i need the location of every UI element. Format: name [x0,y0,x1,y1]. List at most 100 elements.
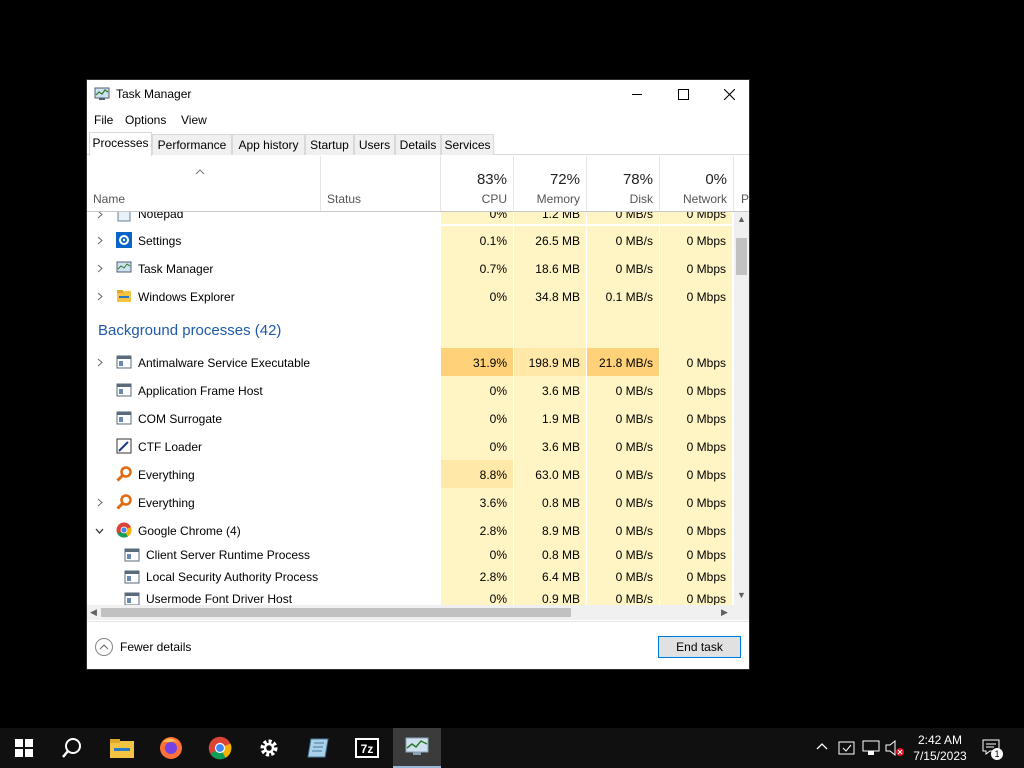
taskbar-firefox[interactable] [147,728,195,768]
cpu-cell: 0% [441,376,514,404]
collapse-up-icon[interactable] [95,638,113,656]
tab-users[interactable]: Users [354,134,395,155]
network-total: 0% [705,171,727,188]
col-name[interactable]: Name [87,156,321,211]
col-disk[interactable]: 78% Disk [587,156,660,211]
scroll-up-icon[interactable]: ▲ [737,214,746,224]
network-cell: 0 Mbps [660,212,733,224]
notification-center-button[interactable]: 1 [982,739,1004,760]
tab-strip: Processes Performance App history Startu… [87,132,749,156]
tab-services[interactable]: Services [441,134,494,155]
network-cell: 0 Mbps [660,460,733,488]
taskbar-notepad[interactable] [294,728,342,768]
table-row[interactable]: Application Frame Host 0% 3.6 MB 0 MB/s … [87,376,734,404]
memory-total: 72% [549,171,580,188]
col-power-partial[interactable]: P [734,156,749,211]
gear-icon [260,739,278,757]
disk-cell: 0 MB/s [587,432,660,460]
child-row[interactable]: Local Security Authority Process 2.8% 6.… [87,566,734,588]
taskbar-task-manager[interactable] [393,728,441,768]
taskbar-settings[interactable] [245,728,293,768]
table-row[interactable]: COM Surrogate 0% 1.9 MB 0 MB/s 0 Mbps [87,404,734,432]
security-icon[interactable] [838,739,856,757]
clock[interactable]: 2:42 AM 7/15/2023 [905,732,975,764]
menu-options[interactable]: Options [125,113,166,127]
disk-cell: 0 MB/s [587,566,660,588]
disk-label: Disk [629,192,653,206]
taskbar: 7z 2:42 AM 7/15/2023 1 [0,728,1024,768]
tab-performance[interactable]: Performance [152,134,232,155]
close-button[interactable] [706,80,752,109]
show-hidden-icons-icon[interactable] [816,742,828,750]
minimize-button[interactable] [614,80,660,109]
table-row[interactable]: Google Chrome (4) 2.8% 8.9 MB 0 MB/s 0 M… [87,516,734,544]
network-cell: 0 Mbps [660,404,733,432]
chevron-right-icon[interactable] [95,264,104,273]
chevron-right-icon[interactable] [95,498,104,507]
fewer-details-link[interactable]: Fewer details [120,640,191,654]
network-icon[interactable] [862,740,880,756]
maximize-button[interactable] [660,80,706,109]
network-cell: 0 Mbps [660,254,733,282]
memory-cell: 3.6 MB [514,432,587,460]
col-cpu[interactable]: 83% CPU [441,156,514,211]
menu-file[interactable]: File [94,113,113,127]
chevron-right-icon[interactable] [95,236,104,245]
taskbar-chrome[interactable] [196,728,244,768]
memory-cell: 18.6 MB [514,254,587,282]
tab-details[interactable]: Details [395,134,441,155]
folder-icon [110,739,134,758]
scroll-right-icon[interactable]: ▶ [721,607,728,618]
tab-app-history[interactable]: App history [232,134,305,155]
scroll-down-icon[interactable]: ▼ [737,590,746,600]
chevron-right-icon[interactable] [95,358,104,367]
chevron-right-icon[interactable] [95,292,104,301]
volume-muted-icon[interactable] [885,740,905,756]
disk-cell: 0 MB/s [587,212,660,224]
scroll-left-icon[interactable]: ◀ [90,607,97,618]
horizontal-scroll-thumb[interactable] [101,608,571,617]
memory-cell: 6.4 MB [514,566,587,588]
cpu-cell: 0% [441,212,514,224]
table-row[interactable]: Everything 8.8% 63.0 MB 0 MB/s 0 Mbps [87,460,734,488]
table-row[interactable]: Everything 3.6% 0.8 MB 0 MB/s 0 Mbps [87,488,734,516]
col-status[interactable]: Status [321,156,441,211]
table-row[interactable]: Notepad 0% 1.2 MB 0 MB/s 0 Mbps [87,212,734,224]
table-row[interactable]: CTF Loader 0% 3.6 MB 0 MB/s 0 Mbps [87,432,734,460]
table-row[interactable]: Task Manager 0.7% 18.6 MB 0 MB/s 0 Mbps [87,254,734,282]
child-row[interactable]: Client Server Runtime Process 0% 0.8 MB … [87,544,734,566]
horizontal-scrollbar[interactable]: ◀ ▶ [87,605,749,620]
col-memory[interactable]: 72% Memory [514,156,587,211]
network-cell: 0 Mbps [660,488,733,516]
menu-view[interactable]: View [181,113,207,127]
taskbar-7zip[interactable]: 7z [343,728,391,768]
vertical-scroll-thumb[interactable] [736,238,747,275]
vertical-scrollbar[interactable]: ▲ ▼ [734,212,749,605]
cpu-cell: 0% [441,282,514,310]
footer: Fewer details End task [87,621,749,669]
child-row[interactable]: Usermode Font Driver Host 0% 0.9 MB 0 MB… [87,588,734,605]
title-bar[interactable]: Task Manager [87,80,749,109]
firefox-icon [160,737,182,759]
table-row[interactable]: Antimalware Service Executable 31.9% 198… [87,348,734,376]
col-network[interactable]: 0% Network [660,156,734,211]
chevron-right-icon[interactable] [95,212,104,219]
service-icon [124,592,140,605]
table-row[interactable]: Windows Explorer 0% 34.8 MB 0.1 MB/s 0 M… [87,282,734,310]
cpu-cell: 0% [441,404,514,432]
tab-processes[interactable]: Processes [89,132,152,156]
group-header-background[interactable]: Background processes (42) [87,310,734,348]
process-name: Antimalware Service Executable [138,356,311,370]
start-button[interactable] [0,728,48,768]
search-button[interactable] [48,728,96,768]
memory-cell: 26.5 MB [514,226,587,254]
end-task-button[interactable]: End task [658,636,741,658]
table-row[interactable]: Settings 0.1% 26.5 MB 0 MB/s 0 Mbps [87,226,734,254]
memory-cell: 8.9 MB [514,516,587,544]
taskbar-file-explorer[interactable] [98,728,146,768]
power-label-partial: P [741,192,750,206]
folder-icon [117,290,131,302]
tab-startup[interactable]: Startup [305,134,354,155]
process-name: Local Security Authority Process [146,570,319,584]
chevron-down-icon[interactable] [95,526,104,535]
